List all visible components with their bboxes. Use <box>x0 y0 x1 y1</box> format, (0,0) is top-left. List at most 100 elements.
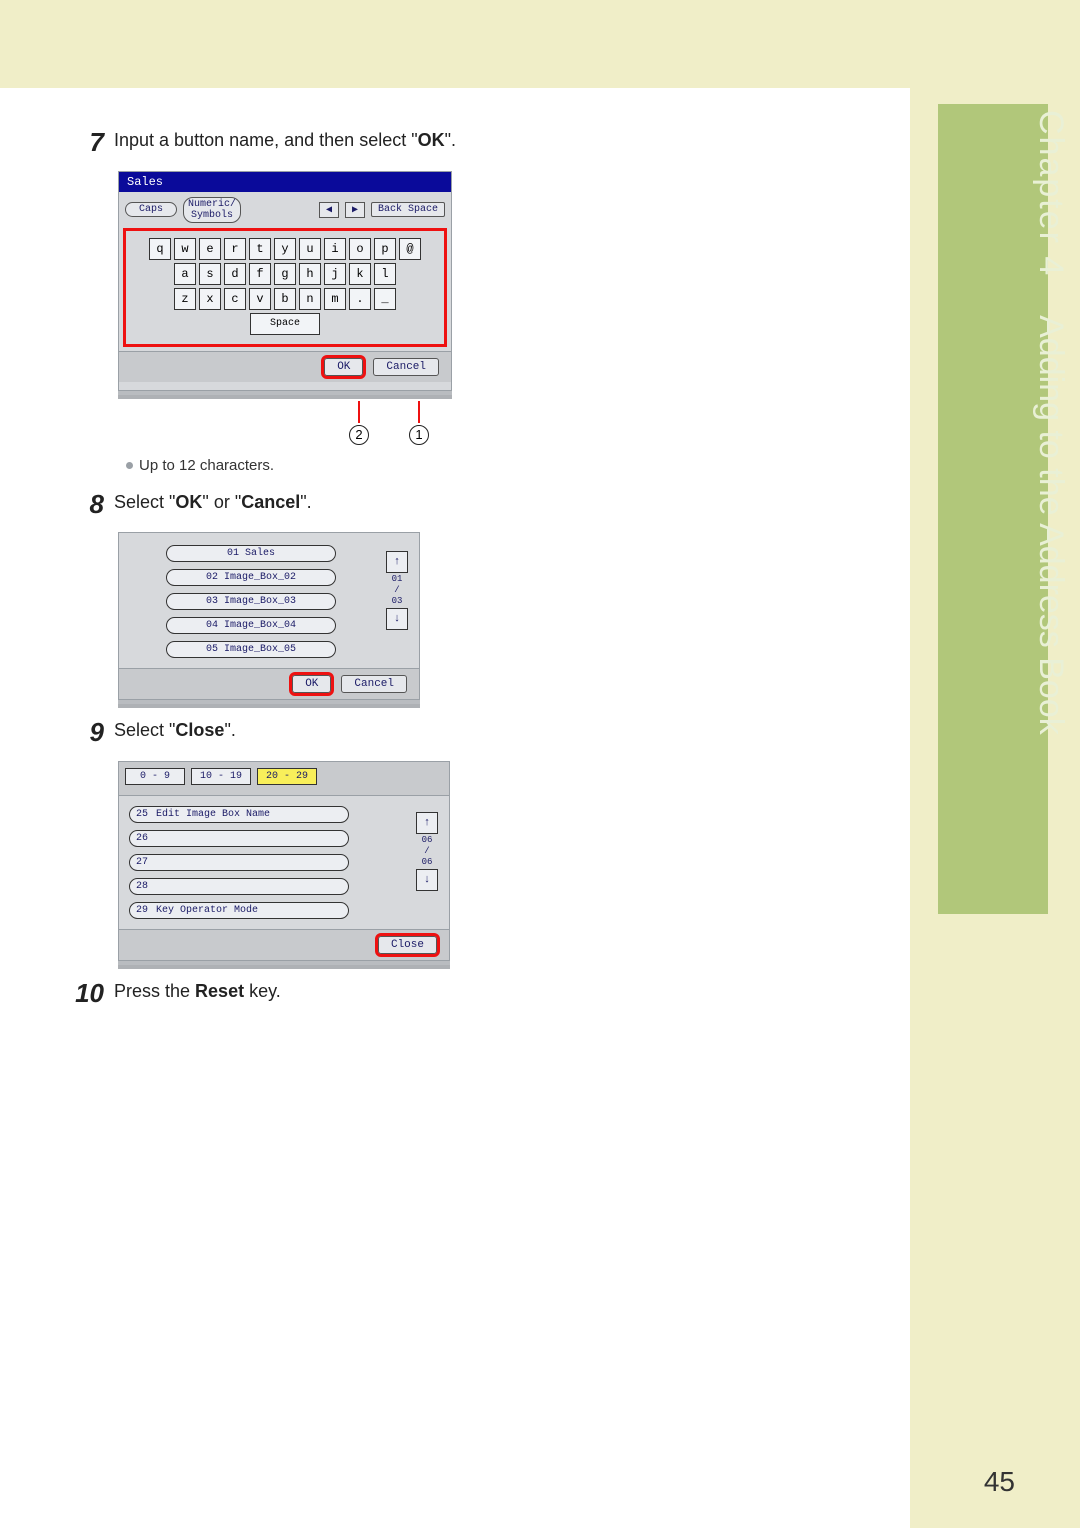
keyboard-screen: Sales Caps Numeric/ Symbols ◀ ▶ Back Spa… <box>118 171 452 391</box>
chapter-name: Adding to the Address Book <box>1032 315 1070 735</box>
scroll-up-button[interactable]: ↑ <box>386 551 408 573</box>
key-y[interactable]: y <box>274 238 296 260</box>
key-j[interactable]: j <box>324 263 346 285</box>
callout-line-2 <box>358 401 360 423</box>
key-x[interactable]: x <box>199 288 221 310</box>
scroll-pos-bot: 06 <box>422 858 433 867</box>
keyboard-title: Sales <box>119 172 451 192</box>
setting-label: Edit Image Box Name <box>156 809 270 820</box>
key-g[interactable]: g <box>274 263 296 285</box>
key-m[interactable]: m <box>324 288 346 310</box>
backspace-button[interactable]: Back Space <box>371 202 445 217</box>
list-item[interactable]: 04 Image_Box_04 <box>166 617 336 634</box>
chapter-label: Chapter 4 <box>1032 110 1070 277</box>
cancel-button[interactable]: Cancel <box>341 675 407 693</box>
step-number: 10 <box>70 979 114 1008</box>
setting-label: Key Operator Mode <box>156 905 258 916</box>
key-b[interactable]: b <box>274 288 296 310</box>
settings-bottom-bar: Close <box>119 929 449 960</box>
key-p[interactable]: p <box>374 238 396 260</box>
step-7-note: Up to 12 characters. <box>126 457 490 474</box>
keyboard-highlight: qwertyuiop@ asdfghjkl zxcvbnm._ Space <box>123 228 447 347</box>
key-s[interactable]: s <box>199 263 221 285</box>
key-z[interactable]: z <box>174 288 196 310</box>
scroll-pos-mid: / <box>424 847 429 856</box>
page-number: 45 <box>984 1466 1015 1498</box>
tabs-row: 0 - 9 10 - 19 20 - 29 <box>119 762 449 796</box>
key-d[interactable]: d <box>224 263 246 285</box>
ok-button[interactable]: OK <box>324 358 363 376</box>
key-k[interactable]: k <box>349 263 371 285</box>
step-number: 9 <box>70 718 114 747</box>
key-q[interactable]: q <box>149 238 171 260</box>
callout-1: 1 <box>409 425 429 445</box>
ok-button[interactable]: OK <box>292 675 331 693</box>
cursor-left-button[interactable]: ◀ <box>319 202 339 218</box>
scroll-pos-top: 06 <box>422 836 433 845</box>
step-number: 7 <box>70 128 114 157</box>
step-text: Select "Close". <box>114 718 236 747</box>
scroll-down-button[interactable]: ↓ <box>386 608 408 630</box>
list-bottom-bar: OK Cancel <box>119 668 419 699</box>
setting-number: 25 <box>136 809 148 820</box>
key-@[interactable]: @ <box>399 238 421 260</box>
setting-row[interactable]: 26 <box>129 830 349 847</box>
scroll-column: ↑ 01 / 03 ↓ <box>385 545 409 658</box>
close-button[interactable]: Close <box>378 936 437 954</box>
key-w[interactable]: w <box>174 238 196 260</box>
step-number: 8 <box>70 490 114 519</box>
caps-button[interactable]: Caps <box>125 202 177 217</box>
image-box-list: 01 Sales 02 Image_Box_02 03 Image_Box_03 04… <box>129 545 373 658</box>
step-text: Select "OK" or "Cancel". <box>114 490 312 519</box>
cursor-right-button[interactable]: ▶ <box>345 202 365 218</box>
key-row-3: zxcvbnm._ <box>130 288 440 310</box>
numeric-symbols-button[interactable]: Numeric/ Symbols <box>183 197 241 223</box>
key-a[interactable]: a <box>174 263 196 285</box>
space-key[interactable]: Space <box>250 313 320 335</box>
step-8: 8 Select "OK" or "Cancel". <box>70 490 490 519</box>
key-u[interactable]: u <box>299 238 321 260</box>
setting-row[interactable]: 25 Edit Image Box Name <box>129 806 349 823</box>
callout-row: 2 1 <box>118 401 452 447</box>
list-item[interactable]: 05 Image_Box_05 <box>166 641 336 658</box>
scroll-pos-mid: / <box>394 586 399 595</box>
key-o[interactable]: o <box>349 238 371 260</box>
tab[interactable]: 10 - 19 <box>191 768 251 785</box>
key-f[interactable]: f <box>249 263 271 285</box>
scroll-down-button[interactable]: ↓ <box>416 869 438 891</box>
setting-number: 27 <box>136 857 148 868</box>
key-row-space: Space <box>130 313 440 335</box>
list-item[interactable]: 02 Image_Box_02 <box>166 569 336 586</box>
tab[interactable]: 20 - 29 <box>257 768 317 785</box>
tab[interactable]: 0 - 9 <box>125 768 185 785</box>
setting-row[interactable]: 27 <box>129 854 349 871</box>
key-h[interactable]: h <box>299 263 321 285</box>
key-v[interactable]: v <box>249 288 271 310</box>
step-7: 7 Input a button name, and then select "… <box>70 128 490 157</box>
setting-number: 29 <box>136 905 148 916</box>
settings-list: 25 Edit Image Box Name 26 27 28 29 Key Operato… <box>129 806 403 919</box>
list-item[interactable]: 03 Image_Box_03 <box>166 593 336 610</box>
settings-screen: 0 - 9 10 - 19 20 - 29 25 Edit Image Box Nam… <box>118 761 450 961</box>
scroll-up-button[interactable]: ↑ <box>416 812 438 834</box>
key-n[interactable]: n <box>299 288 321 310</box>
cancel-button[interactable]: Cancel <box>373 358 439 376</box>
key-t[interactable]: t <box>249 238 271 260</box>
callout-2: 2 <box>349 425 369 445</box>
key-l[interactable]: l <box>374 263 396 285</box>
scroll-column: ↑ 06 / 06 ↓ <box>415 806 439 919</box>
step-10: 10 Press the Reset key. <box>70 979 490 1008</box>
setting-row[interactable]: 28 <box>129 878 349 895</box>
key-i[interactable]: i <box>324 238 346 260</box>
scroll-pos-bot: 03 <box>392 597 403 606</box>
image-box-list-screen: 01 Sales 02 Image_Box_02 03 Image_Box_03 04… <box>118 532 420 700</box>
key-c[interactable]: c <box>224 288 246 310</box>
keyboard-toolbar: Caps Numeric/ Symbols ◀ ▶ Back Space <box>119 192 451 226</box>
key-e[interactable]: e <box>199 238 221 260</box>
step-9: 9 Select "Close". <box>70 718 490 747</box>
key-_[interactable]: _ <box>374 288 396 310</box>
key-.[interactable]: . <box>349 288 371 310</box>
list-item[interactable]: 01 Sales <box>166 545 336 562</box>
key-r[interactable]: r <box>224 238 246 260</box>
setting-row[interactable]: 29 Key Operator Mode <box>129 902 349 919</box>
